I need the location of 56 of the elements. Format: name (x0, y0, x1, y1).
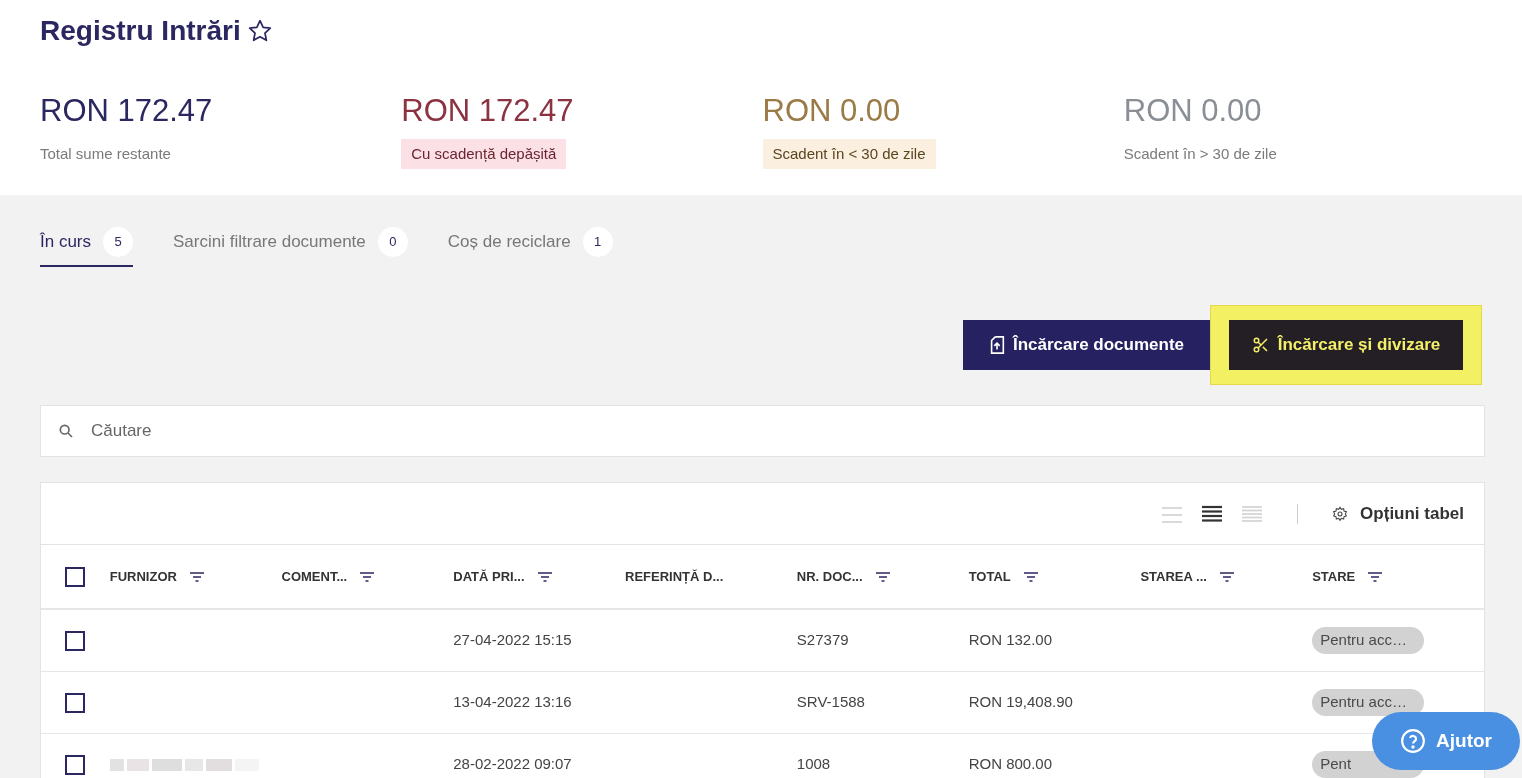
count-badge: 0 (377, 227, 408, 257)
filter-icon[interactable] (874, 570, 891, 583)
amount-label: Total sume restante (40, 143, 171, 164)
search-field[interactable]: Căutare (40, 405, 1485, 457)
status-badge: Pentru acc… (1312, 627, 1425, 654)
amount: RON 0.00 (1123, 92, 1262, 130)
column-header: STARE (1312, 567, 1356, 586)
page-title: Registru Intrări (40, 14, 241, 48)
count-badge: 5 (103, 227, 134, 257)
density-icon[interactable] (1201, 503, 1224, 524)
amount: RON 0.00 (762, 92, 901, 130)
filter-icon[interactable] (188, 570, 205, 583)
column-header: TOTAL (968, 567, 1011, 586)
total-cell: RON 132.00 (968, 631, 1052, 649)
filter-icon[interactable] (1367, 570, 1384, 583)
search-icon (58, 423, 74, 439)
filter-icon[interactable] (1022, 570, 1039, 583)
column-header: NR. DOC... (796, 567, 863, 586)
document-number-cell: 1008 (796, 755, 831, 773)
total-cell: RON 19,408.90 (968, 693, 1073, 711)
upload-button[interactable]: Încărcare documente (963, 320, 1210, 370)
total-cell: RON 800.00 (968, 755, 1052, 773)
date-cell: 27-04-2022 15:15 (453, 631, 572, 649)
checkbox[interactable] (65, 630, 86, 651)
filter-icon[interactable] (1218, 570, 1235, 583)
amount-label: Scadent în > 30 de zile (1123, 143, 1277, 164)
count-badge: 1 (582, 227, 613, 257)
star-icon[interactable] (246, 18, 273, 44)
filter-icon[interactable] (536, 570, 553, 583)
question-icon (1400, 728, 1427, 754)
document-number-cell: S27379 (796, 631, 849, 649)
column-header: COMENT... (281, 567, 348, 586)
checkbox[interactable] (65, 692, 86, 713)
column-header: STAREA ... (1140, 567, 1207, 586)
checkbox[interactable] (65, 754, 86, 775)
column-header: FURNIZOR (109, 567, 177, 586)
date-cell: 13-04-2022 13:16 (453, 693, 572, 711)
tab[interactable]: Sarcini filtrare documente 0 (173, 227, 408, 267)
tab[interactable]: În curs 5 (40, 227, 134, 267)
amount-label: Cu scadență depășită (401, 138, 567, 169)
gear-icon (1332, 505, 1349, 522)
table-options-button[interactable]: Opțiuni tabel (1332, 500, 1464, 527)
amount: RON 172.47 (40, 92, 213, 130)
column-header: DATĂ PRI... (453, 567, 525, 586)
upload-split-button[interactable]: Încărcare și divizare (1229, 320, 1463, 370)
amount: RON 172.47 (401, 92, 574, 130)
amount-label: Scadent în < 30 de zile (762, 138, 936, 169)
filter-icon[interactable] (359, 570, 376, 583)
date-cell: 28-02-2022 09:07 (453, 755, 572, 773)
tab[interactable]: Coș de reciclare 1 (447, 227, 613, 267)
status-badge: Pentru acc… (1312, 689, 1425, 716)
file-upload-icon (989, 336, 1005, 354)
column-header: REFERINȚĂ D... (625, 567, 724, 586)
scissors-icon (1251, 336, 1270, 354)
checkbox[interactable] (65, 566, 86, 587)
document-number-cell: SRV-1588 (796, 693, 865, 711)
